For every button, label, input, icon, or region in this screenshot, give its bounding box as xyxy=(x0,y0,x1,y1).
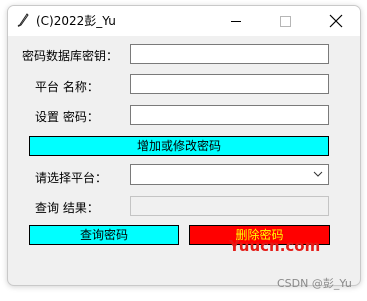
maximize-icon xyxy=(280,16,291,27)
choose-platform-label: 请选择平台： xyxy=(35,171,108,185)
title-bar: (C)2022彭_Yu xyxy=(8,6,360,36)
platform-name-label: 平台 名称： xyxy=(35,80,99,94)
set-password-field[interactable] xyxy=(130,105,329,125)
platform-name-field[interactable] xyxy=(130,74,329,94)
add-modify-password-button[interactable]: 增加或修改密码 xyxy=(29,136,329,156)
window-title: (C)2022彭_Yu xyxy=(36,14,116,28)
feather-icon xyxy=(17,13,29,27)
query-password-button[interactable]: 查询密码 xyxy=(29,225,179,245)
site-watermark: Yuucn.com xyxy=(229,237,321,255)
db-password-label: 密码数据库密钥： xyxy=(22,49,119,63)
query-result-field xyxy=(130,196,329,216)
minimize-button[interactable] xyxy=(213,6,259,36)
db-password-field[interactable] xyxy=(130,44,329,64)
minimize-icon xyxy=(231,21,241,22)
csdn-watermark: CSDN @彭_Yu xyxy=(277,277,352,290)
maximize-button[interactable] xyxy=(263,6,309,36)
close-icon xyxy=(329,14,343,28)
close-button[interactable] xyxy=(313,6,359,36)
set-password-label: 设置 密码： xyxy=(35,110,99,124)
platform-select[interactable] xyxy=(130,164,329,185)
query-result-label: 查询 结果： xyxy=(35,201,99,215)
chevron-down-icon xyxy=(313,171,323,177)
